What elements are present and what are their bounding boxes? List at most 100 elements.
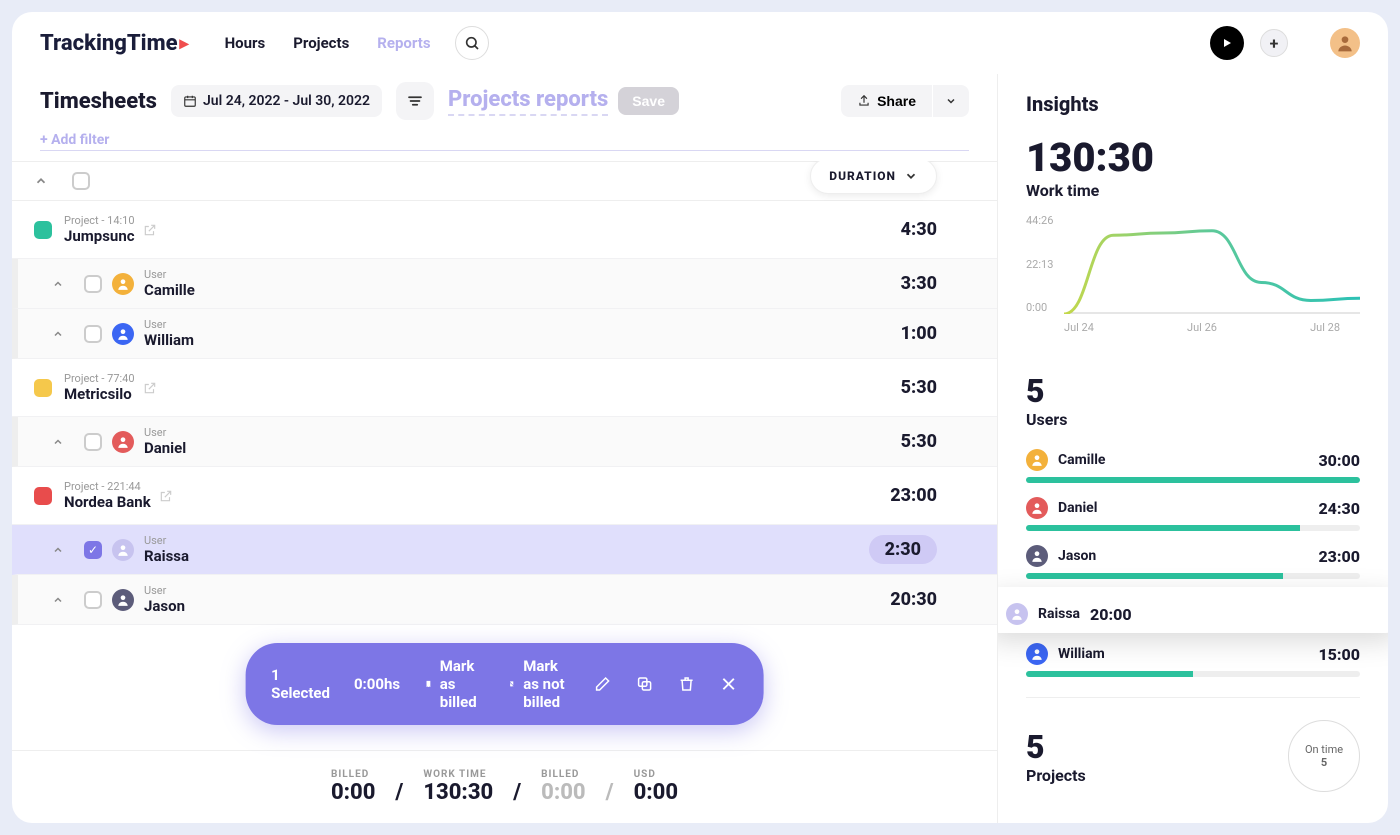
footer-usd-value: 0:00: [634, 780, 678, 805]
bulk-delete-button[interactable]: [678, 675, 696, 693]
worktime-chart: 44:26 22:13 0:00: [1026, 214, 1360, 344]
row-expand-toggle[interactable]: [52, 544, 70, 556]
project-row[interactable]: Project - 77:40Metricsilo5:30: [12, 359, 997, 417]
user-row[interactable]: ✓UserRaissa2:30: [12, 525, 997, 575]
external-link-icon[interactable]: [143, 381, 157, 395]
user-avatar-icon: [1006, 603, 1028, 625]
external-link-icon[interactable]: [159, 489, 173, 503]
external-link-icon[interactable]: [143, 223, 157, 237]
insights-panel: Insights 130:30 Work time 44:26 22:13 0:…: [998, 74, 1388, 823]
mark-not-billed-label: Mark as not billed: [523, 657, 570, 711]
project-row[interactable]: Project - 221:44Nordea Bank23:00: [12, 467, 997, 525]
brand-logo: TrackingTime ▸: [40, 31, 189, 56]
user-row[interactable]: UserCamille3:30: [12, 259, 997, 309]
project-color-badge: [34, 487, 52, 505]
row-duration: 2:30: [869, 535, 937, 564]
date-range-picker[interactable]: Jul 24, 2022 - Jul 30, 2022: [171, 85, 382, 117]
user-row[interactable]: UserJason20:30: [12, 575, 997, 625]
main-panel: Timesheets Jul 24, 2022 - Jul 30, 2022 P…: [12, 74, 998, 823]
footer-worktime-label: WORK TIME: [423, 769, 493, 780]
row-meta: User: [144, 584, 185, 597]
row-name: Camille: [144, 281, 195, 299]
row-checkbox[interactable]: [84, 591, 102, 609]
user-time-bar: [1026, 477, 1360, 483]
user-name: Camille: [1058, 452, 1105, 468]
footer-billed2-value: 0:00: [541, 780, 585, 805]
mark-billed-button[interactable]: Mark as billed: [424, 657, 485, 711]
nav-reports[interactable]: Reports: [377, 34, 430, 52]
add-filter-link[interactable]: + Add filter: [40, 132, 969, 151]
user-insight-row[interactable]: Jason 23:00: [1026, 539, 1360, 573]
user-insight-row-highlighted[interactable]: Raissa20:00: [998, 587, 1388, 633]
share-dropdown[interactable]: [932, 85, 969, 117]
user-insight-row[interactable]: William15:00: [1026, 637, 1360, 671]
chevron-down-icon: [904, 169, 918, 183]
user-insight-row[interactable]: Raissa20:00: [1006, 597, 1132, 631]
save-button[interactable]: Save: [618, 87, 679, 115]
row-expand-toggle[interactable]: [52, 436, 70, 448]
x-tick: Jul 24: [1064, 321, 1094, 334]
add-button[interactable]: +: [1260, 29, 1288, 57]
projects-label: Projects: [1026, 766, 1086, 785]
close-icon: [720, 675, 738, 693]
footer-billed2-label: BILLED: [541, 769, 585, 780]
user-avatar-icon: [1026, 545, 1048, 567]
nav-projects[interactable]: Projects: [293, 34, 349, 52]
mark-not-billed-button[interactable]: Mark as not billed: [509, 657, 570, 711]
sort-button[interactable]: [396, 82, 434, 120]
row-expand-toggle[interactable]: [52, 594, 70, 606]
user-time-bar: [1026, 671, 1360, 677]
search-button[interactable]: [455, 26, 489, 60]
ontime-label: On time: [1305, 743, 1343, 756]
row-checkbox[interactable]: ✓: [84, 541, 102, 559]
row-name: Raissa: [144, 547, 189, 565]
ontime-value: 5: [1321, 756, 1327, 769]
collapse-all-toggle[interactable]: [34, 174, 52, 188]
bulk-action-bar: 1 Selected 0:00hs Mark as billed Mark as…: [245, 643, 764, 725]
duration-column-header[interactable]: DURATION: [810, 161, 937, 194]
nav-hours[interactable]: Hours: [225, 34, 266, 52]
share-button[interactable]: Share: [841, 85, 932, 117]
user-time: 15:00: [1318, 645, 1360, 664]
user-row[interactable]: UserDaniel5:30: [12, 417, 997, 467]
user-avatar-icon: [112, 323, 134, 345]
bulk-close-button[interactable]: [720, 675, 738, 693]
user-time-bar: [1026, 525, 1360, 531]
profile-avatar[interactable]: [1330, 28, 1360, 58]
row-meta: Project - 14:10: [64, 214, 135, 227]
project-color-badge: [34, 379, 52, 397]
x-tick: Jul 26: [1187, 321, 1217, 334]
row-name: Daniel: [144, 439, 186, 457]
receipt-slash-icon: [509, 675, 515, 693]
x-tick: Jul 28: [1310, 321, 1340, 334]
user-name: Raissa: [1038, 606, 1080, 622]
user-row[interactable]: UserWilliam1:00: [12, 309, 997, 359]
user-time: 23:00: [1318, 547, 1360, 566]
main-nav: Hours Projects Reports: [225, 34, 431, 52]
select-all-checkbox[interactable]: [72, 172, 90, 190]
user-insight-row[interactable]: Daniel24:30: [1026, 491, 1360, 525]
sort-icon: [406, 92, 424, 110]
row-duration: 5:30: [901, 377, 937, 398]
row-name: Jason: [144, 597, 185, 615]
user-name: Daniel: [1058, 500, 1097, 516]
bulk-edit-button[interactable]: [594, 675, 612, 693]
footer-usd-label: USD: [634, 769, 678, 780]
row-meta: User: [144, 318, 194, 331]
date-range-text: Jul 24, 2022 - Jul 30, 2022: [203, 93, 370, 109]
report-name-input[interactable]: Projects reports: [448, 87, 608, 116]
start-timer-button[interactable]: [1210, 26, 1244, 60]
users-label: Users: [1026, 410, 1360, 429]
project-row[interactable]: Project - 14:10Jumpsunc4:30: [12, 201, 997, 259]
row-expand-toggle[interactable]: [52, 328, 70, 340]
row-checkbox[interactable]: [84, 275, 102, 293]
row-checkbox[interactable]: [84, 433, 102, 451]
bulk-copy-button[interactable]: [636, 675, 654, 693]
avatar-icon: [1335, 33, 1355, 53]
user-insight-row[interactable]: Camille30:00: [1026, 443, 1360, 477]
user-name: Jason: [1058, 548, 1096, 564]
y-tick: 44:26: [1026, 214, 1053, 227]
row-checkbox[interactable]: [84, 325, 102, 343]
row-expand-toggle[interactable]: [52, 278, 70, 290]
row-duration: 23:00: [890, 485, 937, 506]
